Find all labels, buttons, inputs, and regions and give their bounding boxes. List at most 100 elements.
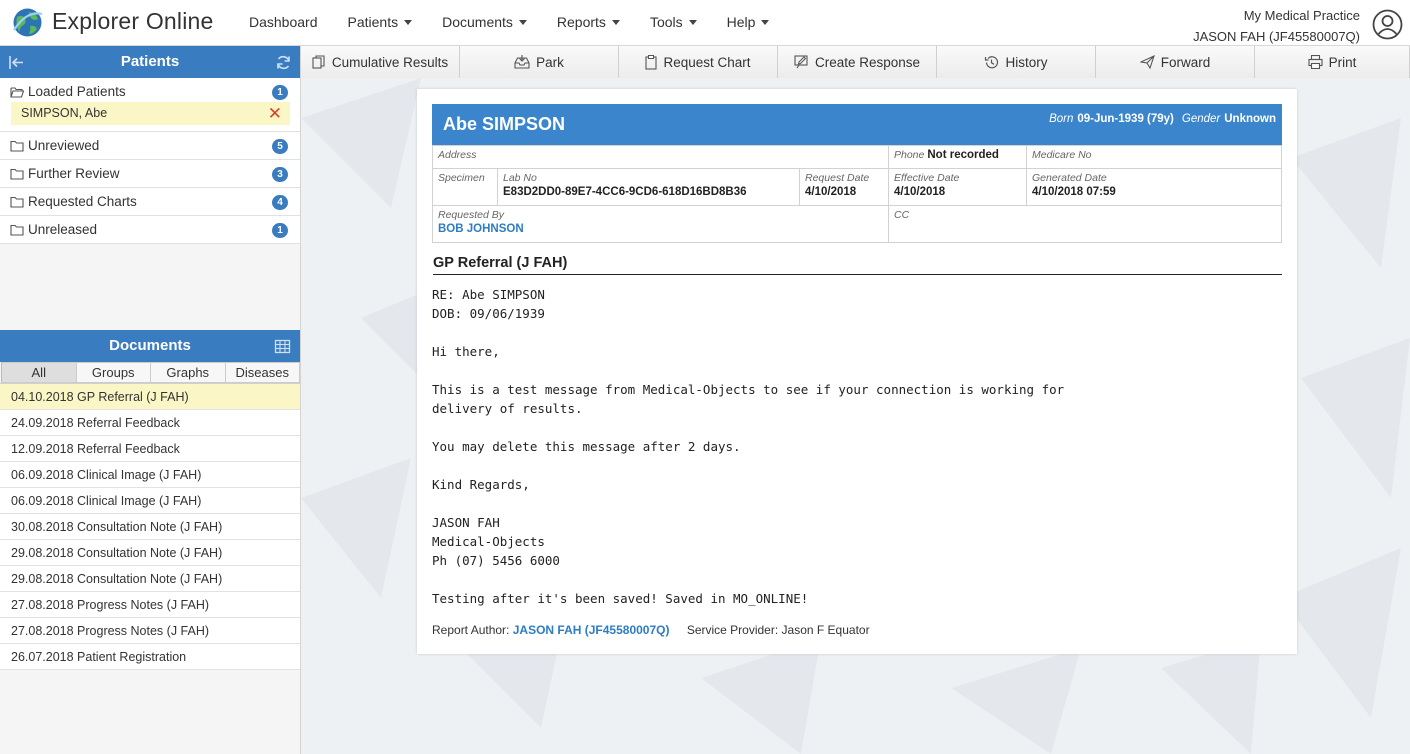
grid-view-icon[interactable]: [274, 338, 291, 355]
nav-tools-menu[interactable]: Tools: [650, 14, 697, 30]
labno-label: Lab No: [503, 172, 537, 184]
effective-date-value: 4/10/2018: [894, 186, 946, 198]
loaded-patients-label: Loaded Patients: [28, 84, 126, 99]
loaded-patients-folder[interactable]: Loaded Patients 1 SIMPSON, Abe ✕: [0, 78, 300, 132]
app-title: Explorer Online: [52, 8, 214, 34]
born-label: Born: [1049, 113, 1074, 125]
globe-logo-icon: [13, 8, 43, 37]
nav-dashboard[interactable]: Dashboard: [249, 14, 318, 30]
author-link[interactable]: JASON FAH (JF45580007Q): [513, 623, 670, 637]
folder-unreviewed[interactable]: Unreviewed 5: [0, 132, 300, 160]
folder-open-icon: [10, 87, 24, 98]
born-value: 09-Jun-1939 (79y): [1077, 113, 1174, 125]
document-item[interactable]: 06.09.2018 Clinical Image (J FAH): [0, 462, 300, 488]
folder-label: Unreviewed: [28, 138, 100, 153]
edit-icon: [794, 55, 808, 69]
count-badge: 1: [272, 223, 288, 238]
folder-label: Further Review: [28, 166, 120, 181]
folder-label: Requested Charts: [28, 194, 137, 209]
generated-date-label: Generated Date: [1032, 172, 1107, 184]
account-info: My Medical Practice JASON FAH (JF4558000…: [1193, 5, 1360, 47]
document-item[interactable]: 27.08.2018 Progress Notes (J FAH): [0, 592, 300, 618]
document-item[interactable]: 12.09.2018 Referral Feedback: [0, 436, 300, 462]
report-footer: Report Author: JASON FAH (JF45580007Q) S…: [432, 623, 870, 637]
nav-help-menu[interactable]: Help: [727, 14, 770, 30]
copy-icon: [312, 55, 325, 69]
practice-name: My Medical Practice: [1243, 8, 1360, 23]
effective-date-label: Effective Date: [894, 172, 960, 184]
left-pane: Patients Loaded Patients 1 SIMPSON, Abe …: [0, 46, 301, 754]
request-date-label: Request Date: [805, 172, 870, 184]
document-item[interactable]: 30.08.2018 Consultation Note (J FAH): [0, 514, 300, 540]
document-list: 04.10.2018 GP Referral (J FAH) 24.09.201…: [0, 384, 300, 670]
inbox-icon: [514, 55, 530, 69]
folder-unreleased[interactable]: Unreleased 1: [0, 216, 300, 244]
user-account-icon[interactable]: [1372, 9, 1403, 40]
tab-groups[interactable]: Groups: [76, 362, 151, 383]
nav-patients-menu[interactable]: Patients: [348, 14, 413, 30]
document-item[interactable]: 29.08.2018 Consultation Note (J FAH): [0, 566, 300, 592]
refresh-icon[interactable]: [275, 54, 292, 71]
patients-header: Patients: [0, 46, 300, 78]
park-button[interactable]: Park: [460, 46, 619, 78]
folder-icon: [10, 196, 24, 208]
folder-further-review[interactable]: Further Review 3: [0, 160, 300, 188]
document-item[interactable]: 27.08.2018 Progress Notes (J FAH): [0, 618, 300, 644]
caret-down-icon: [518, 19, 527, 25]
document-tabs: All Groups Graphs Diseases: [0, 362, 300, 384]
patient-banner: Abe SIMPSON Born 09-Jun-1939 (79y) Gender U…: [432, 104, 1282, 145]
provider-label: Service Provider:: [686, 623, 779, 637]
forward-button[interactable]: Forward: [1096, 46, 1255, 78]
history-icon: [985, 55, 999, 68]
document-item[interactable]: 26.07.2018 Patient Registration: [0, 644, 300, 670]
patient-name: Abe SIMPSON: [443, 114, 566, 134]
phone-label: Phone: [894, 149, 925, 161]
request-chart-button[interactable]: Request Chart: [619, 46, 778, 78]
provider-value: Jason F Equator: [781, 623, 870, 637]
count-badge: 5: [272, 139, 288, 154]
remove-patient-icon[interactable]: ✕: [268, 102, 282, 125]
caret-down-icon: [761, 19, 770, 25]
tab-graphs[interactable]: Graphs: [151, 362, 226, 383]
requested-by-label: Requested By: [438, 209, 504, 221]
specimen-label: Specimen: [438, 172, 485, 184]
main-nav: Dashboard Patients Documents Reports Too…: [249, 14, 799, 30]
documents-header: Documents: [0, 330, 300, 362]
tab-diseases[interactable]: Diseases: [225, 362, 300, 383]
labno-value: E83D2DD0-89E7-4CC6-9CD6-618D16BD8B36: [503, 186, 747, 198]
collapse-left-icon[interactable]: [8, 54, 25, 71]
print-icon: [1308, 55, 1323, 69]
create-response-button[interactable]: Create Response: [778, 46, 937, 78]
document-item[interactable]: 29.08.2018 Consultation Note (J FAH): [0, 540, 300, 566]
document-item[interactable]: 06.09.2018 Clinical Image (J FAH): [0, 488, 300, 514]
nav-reports-menu[interactable]: Reports: [557, 14, 620, 30]
nav-documents-menu[interactable]: Documents: [442, 14, 527, 30]
report-document: Abe SIMPSON Born 09-Jun-1939 (79y) Gender U…: [417, 89, 1297, 654]
patient-name: SIMPSON, Abe: [21, 106, 108, 120]
phone-value: Not recorded: [927, 149, 999, 161]
count-badge: 4: [272, 195, 288, 210]
folder-icon: [10, 140, 24, 152]
folder-requested-charts[interactable]: Requested Charts 4: [0, 188, 300, 216]
caret-down-icon: [404, 19, 413, 25]
requested-by-link[interactable]: BOB JOHNSON: [438, 223, 883, 235]
documents-panel: Documents All Groups Graphs Diseases 04.…: [0, 330, 300, 670]
cc-label: CC: [894, 209, 910, 221]
caret-down-icon: [688, 19, 697, 25]
folder-icon: [10, 224, 24, 236]
history-button[interactable]: History: [937, 46, 1096, 78]
loaded-patient-item[interactable]: SIMPSON, Abe ✕: [11, 102, 290, 125]
caret-down-icon: [611, 19, 620, 25]
document-item[interactable]: 24.09.2018 Referral Feedback: [0, 410, 300, 436]
user-name: JASON FAH (JF45580007Q): [1193, 29, 1360, 44]
print-button[interactable]: Print: [1255, 46, 1410, 78]
document-item[interactable]: 04.10.2018 GP Referral (J FAH): [0, 384, 300, 410]
documents-title: Documents: [109, 337, 191, 354]
address-label: Address: [438, 149, 477, 161]
request-date-value: 4/10/2018: [805, 186, 857, 198]
cumulative-results-button[interactable]: Cumulative Results: [301, 46, 460, 78]
send-icon: [1139, 55, 1155, 69]
count-badge: 3: [272, 167, 288, 182]
patients-title: Patients: [120, 53, 180, 70]
tab-all[interactable]: All: [1, 362, 77, 383]
